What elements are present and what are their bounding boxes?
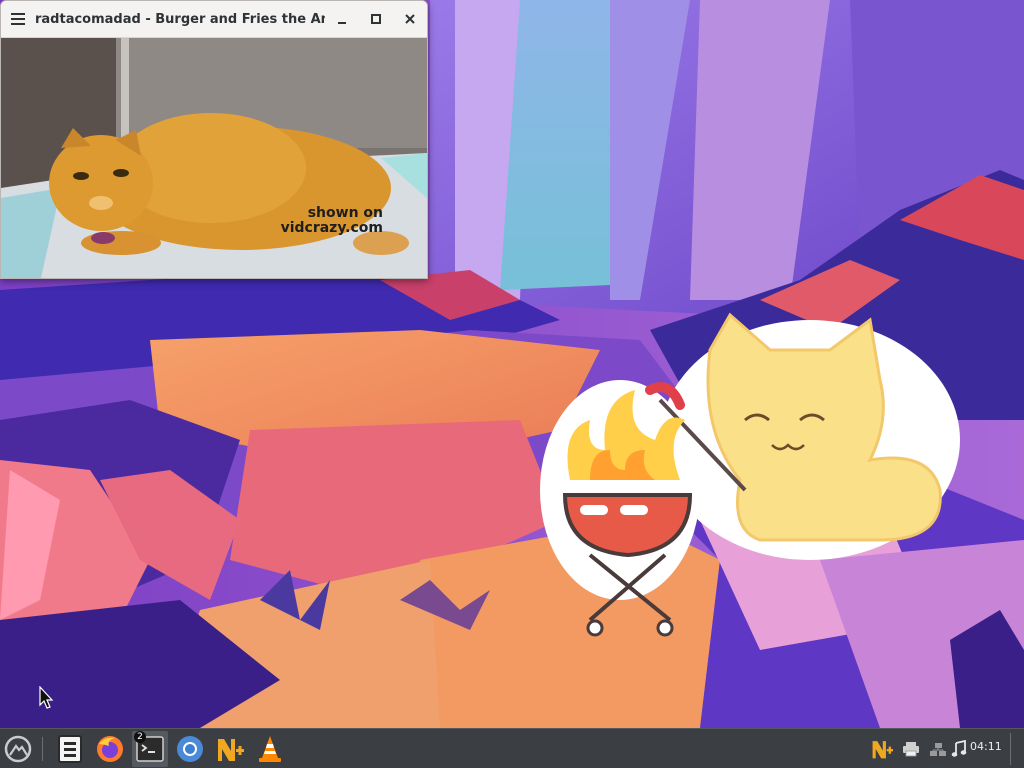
file-cabinet-icon — [58, 735, 82, 763]
firefox-launcher[interactable] — [92, 731, 128, 767]
file-manager-launcher[interactable] — [52, 731, 88, 767]
mountain-logo-icon — [4, 735, 32, 763]
n-plus-icon — [872, 741, 893, 759]
n-plus-icon — [218, 739, 244, 761]
terminal-window-count-badge: 2 — [134, 731, 146, 743]
minimize-button[interactable] — [325, 1, 359, 37]
hamburger-menu-icon — [11, 13, 25, 25]
desktop[interactable]: radtacomadad - Burger and Fries the Angr — [0, 0, 1024, 728]
maximize-button[interactable] — [359, 1, 393, 37]
taskbar-separator — [42, 737, 43, 761]
network-icon — [930, 743, 946, 756]
tray-audio[interactable] — [947, 737, 971, 761]
video-frame[interactable]: shown on vidcrazy.com — [1, 38, 427, 278]
close-button[interactable] — [393, 1, 427, 37]
vlc-cone-icon — [259, 736, 281, 762]
video-watermark: shown on vidcrazy.com — [263, 206, 383, 236]
video-player-window[interactable]: radtacomadad - Burger and Fries the Angr — [0, 0, 428, 279]
chromium-icon — [177, 736, 203, 762]
start-menu-button[interactable] — [0, 731, 36, 767]
window-menu-button[interactable] — [1, 1, 35, 37]
music-note-icon — [951, 740, 967, 757]
show-desktop-button[interactable] — [1010, 733, 1023, 765]
watermark-line-2: vidcrazy.com — [280, 220, 383, 236]
vlc-launcher[interactable] — [252, 731, 288, 767]
tray-notes-app[interactable] — [870, 737, 894, 761]
watermark-line-1: shown on — [307, 205, 383, 221]
taskbar: 2 04:11 — [0, 728, 1024, 768]
window-titlebar[interactable]: radtacomadad - Burger and Fries the Angr — [1, 1, 427, 38]
clock[interactable]: 04:11 — [970, 740, 1002, 753]
notes-app-launcher[interactable] — [212, 731, 248, 767]
maximize-icon — [371, 14, 381, 24]
cat-grill-sticker — [540, 312, 960, 637]
minimize-icon — [338, 22, 346, 24]
chromium-launcher[interactable] — [172, 731, 208, 767]
firefox-icon — [97, 736, 123, 762]
window-title: radtacomadad - Burger and Fries the Angr — [35, 11, 325, 27]
close-icon — [405, 14, 415, 24]
printer-icon — [903, 742, 919, 757]
tray-printer[interactable] — [899, 737, 923, 761]
orange-cat-video-image — [1, 38, 427, 278]
mouse-pointer-icon — [39, 686, 54, 709]
